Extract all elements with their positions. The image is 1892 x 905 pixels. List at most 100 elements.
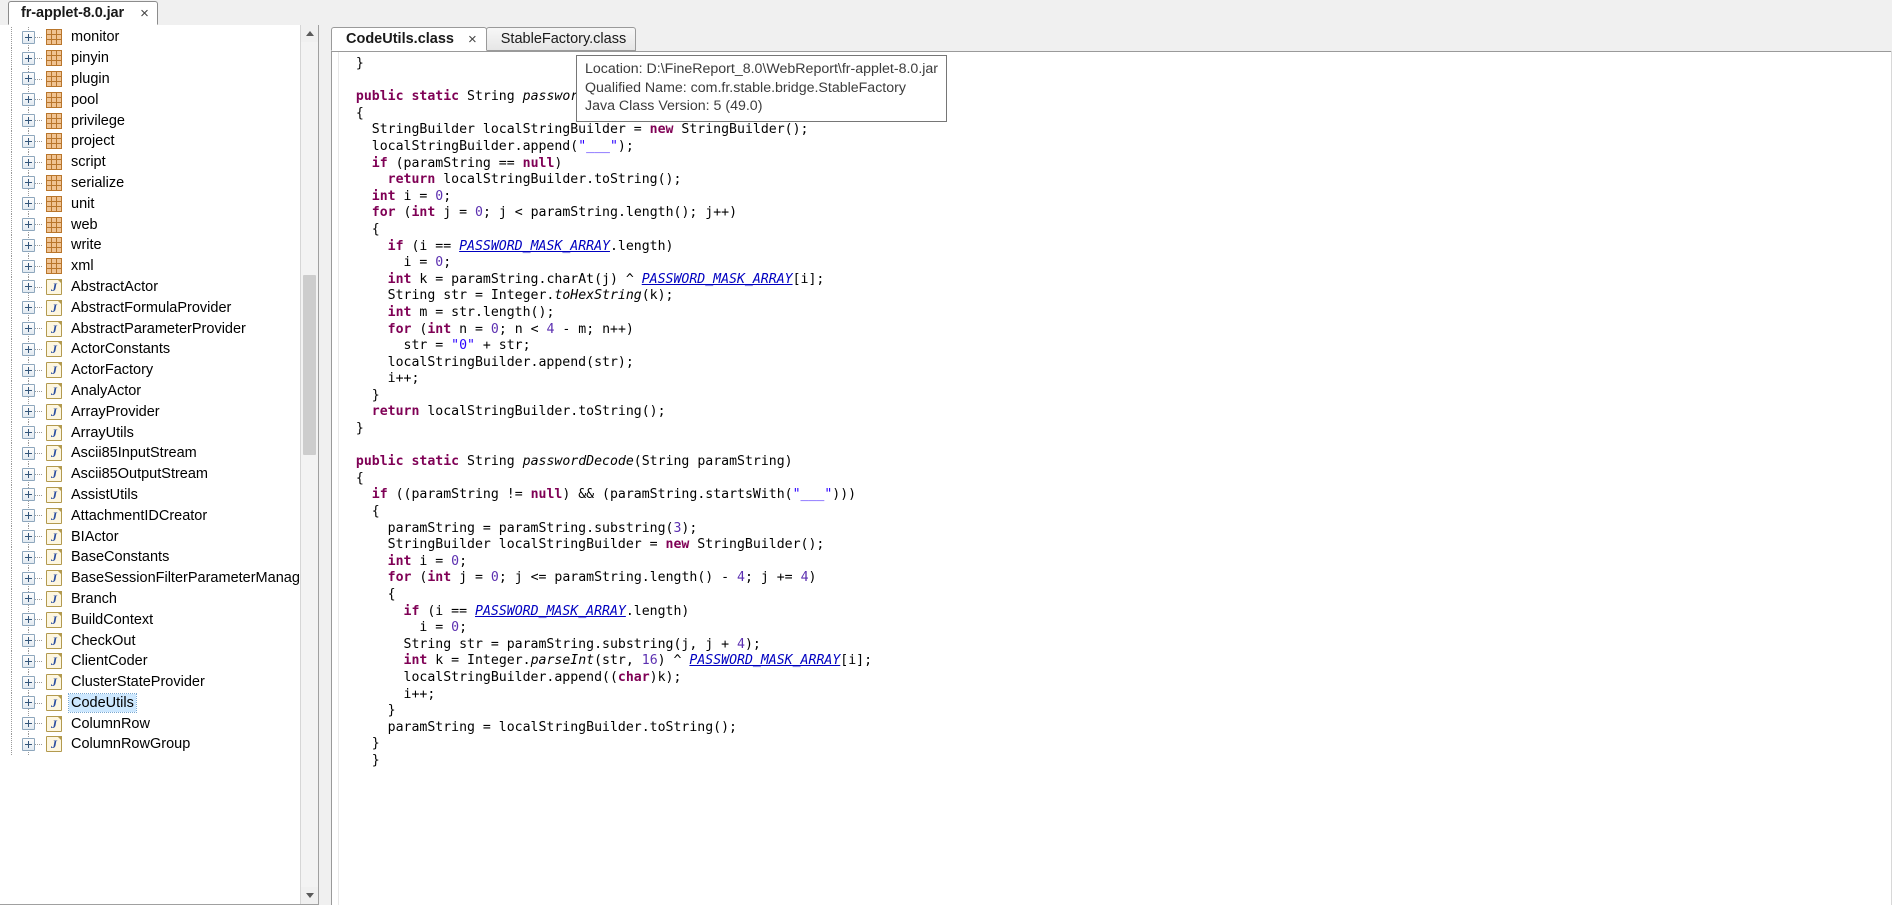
close-icon[interactable]: × (468, 32, 477, 47)
expand-plus-icon[interactable] (21, 176, 35, 190)
tree-item-arrayprovider[interactable]: ArrayProvider (0, 401, 301, 422)
tree-item-script[interactable]: script (0, 151, 301, 173)
expand-plus-icon[interactable] (21, 218, 35, 232)
editor-tab-codeutils-class[interactable]: CodeUtils.class × (331, 27, 487, 51)
expand-plus-icon[interactable] (21, 592, 35, 606)
expand-plus-icon[interactable] (21, 530, 35, 544)
tree-item-plugin[interactable]: plugin (0, 68, 301, 90)
tree-item-baseconstants[interactable]: BaseConstants (0, 546, 301, 568)
tree-item-serialize[interactable]: serialize (0, 172, 301, 194)
tree-item-ascii85outputstream[interactable]: Ascii85OutputStream (0, 463, 301, 485)
tree-item-abstractactor[interactable]: AbstractActor (0, 276, 301, 298)
expand-plus-icon[interactable] (21, 675, 35, 689)
expand-plus-icon[interactable] (21, 426, 35, 440)
expand-plus-icon[interactable] (21, 30, 35, 44)
tree-item-write[interactable]: write (0, 234, 301, 256)
tree-item-web[interactable]: web (0, 214, 301, 235)
expand-plus-icon[interactable] (21, 322, 35, 336)
tree-item-arrayutils[interactable]: ArrayUtils (0, 422, 301, 443)
tooltip-location: Location: D:\FineReport_8.0\WebReport\fr… (585, 61, 939, 77)
expand-plus-icon[interactable] (21, 550, 35, 564)
tree-item-ascii85inputstream[interactable]: Ascii85InputStream (0, 442, 301, 464)
expand-plus-icon[interactable] (21, 737, 35, 751)
code-token: ); (744, 636, 761, 652)
tree-item-abstractparameterprovider[interactable]: AbstractParameterProvider (0, 318, 301, 339)
tree-item-label: BIActor (71, 528, 119, 545)
tree-scrollbar-thumb[interactable] (303, 275, 316, 455)
code-token: int (387, 271, 412, 287)
code-token: 4 (800, 570, 809, 586)
expand-plus-icon[interactable] (21, 238, 35, 252)
close-icon[interactable]: × (140, 6, 149, 21)
scroll-up-icon[interactable] (301, 25, 318, 42)
expand-plus-icon[interactable] (21, 696, 35, 710)
expand-plus-icon[interactable] (21, 446, 35, 460)
expand-plus-icon[interactable] (21, 197, 35, 211)
tree-item-actorfactory[interactable]: ActorFactory (0, 359, 301, 381)
tree-item-attachmentidcreator[interactable]: AttachmentIDCreator (0, 505, 301, 526)
tree-item-xml[interactable]: xml (0, 255, 301, 277)
tree-item-label: web (71, 216, 98, 233)
expand-plus-icon[interactable] (21, 93, 35, 107)
tree-item-monitor[interactable]: monitor (0, 27, 301, 48)
expand-plus-icon[interactable] (21, 280, 35, 294)
expand-plus-icon[interactable] (21, 114, 35, 128)
expand-plus-icon[interactable] (21, 488, 35, 502)
expand-plus-icon[interactable] (21, 613, 35, 627)
tree-connector (35, 99, 43, 101)
code-token: localStringBuilder.toString(); (435, 172, 682, 188)
code-token: localStringBuilder.append(( (340, 669, 618, 685)
code-token: int (427, 321, 452, 337)
expand-plus-icon[interactable] (21, 467, 35, 481)
expand-plus-icon[interactable] (21, 654, 35, 668)
code-viewer[interactable]: } public static String passwordEncode(St… (331, 51, 1892, 905)
tree-item-assistutils[interactable]: AssistUtils (0, 484, 301, 506)
scroll-down-icon[interactable] (301, 887, 318, 904)
tree-item-abstractformulaprovider[interactable]: AbstractFormulaProvider (0, 297, 301, 318)
tree-connector (35, 494, 43, 496)
code-token: "___" (578, 138, 618, 154)
tree-item-actorconstants[interactable]: ActorConstants (0, 338, 301, 360)
expand-plus-icon[interactable] (21, 571, 35, 585)
tree-connector (35, 57, 43, 59)
tree-item-codeutils[interactable]: CodeUtils (0, 692, 301, 714)
tree-item-checkout[interactable]: CheckOut (0, 630, 301, 651)
tree-vertical-scrollbar[interactable] (300, 25, 318, 904)
tree-item-project[interactable]: project (0, 130, 301, 152)
expand-plus-icon[interactable] (21, 384, 35, 398)
tree-item-biactor[interactable]: BIActor (0, 526, 301, 547)
tree-item-branch[interactable]: Branch (0, 588, 301, 610)
jar-tab-fr-applet[interactable]: fr-applet-8.0.jar × (8, 1, 158, 25)
code-token: i = (395, 188, 436, 204)
tree-item-columnrow[interactable]: ColumnRow (0, 713, 301, 734)
tree-item-basesessionfilterparametermanag[interactable]: BaseSessionFilterParameterManag (0, 567, 301, 589)
tree-item-analyactor[interactable]: AnalyActor (0, 380, 301, 402)
tree-item-buildcontext[interactable]: BuildContext (0, 609, 301, 630)
expand-plus-icon[interactable] (21, 363, 35, 377)
tree-item-clusterstateprovider[interactable]: ClusterStateProvider (0, 671, 301, 693)
expand-plus-icon[interactable] (21, 342, 35, 356)
tree-item-columnrowgroup[interactable]: ColumnRowGroup (0, 734, 301, 755)
expand-plus-icon[interactable] (21, 72, 35, 86)
expand-plus-icon[interactable] (21, 155, 35, 169)
code-token: ( (411, 321, 428, 337)
tree-item-pinyin[interactable]: pinyin (0, 47, 301, 69)
tree-connector (35, 328, 43, 330)
tree-item-label: serialize (71, 174, 125, 191)
expand-plus-icon[interactable] (21, 509, 35, 523)
expand-plus-icon[interactable] (21, 634, 35, 647)
editor-tab-stablefactory-class[interactable]: StableFactory.class (485, 27, 637, 51)
expand-plus-icon[interactable] (21, 717, 35, 731)
tree-item-clientcoder[interactable]: ClientCoder (0, 650, 301, 672)
expand-plus-icon[interactable] (21, 301, 35, 315)
expand-plus-icon[interactable] (21, 259, 35, 273)
tree-item-privilege[interactable]: privilege (0, 110, 301, 131)
expand-plus-icon[interactable] (21, 134, 35, 148)
expand-plus-icon[interactable] (21, 51, 35, 65)
tree-item-unit[interactable]: unit (0, 193, 301, 214)
workspace: monitor pinyin plugin pool privilege project s… (0, 25, 1892, 905)
expand-plus-icon[interactable] (21, 405, 35, 419)
tree-item-pool[interactable]: pool (0, 89, 301, 110)
